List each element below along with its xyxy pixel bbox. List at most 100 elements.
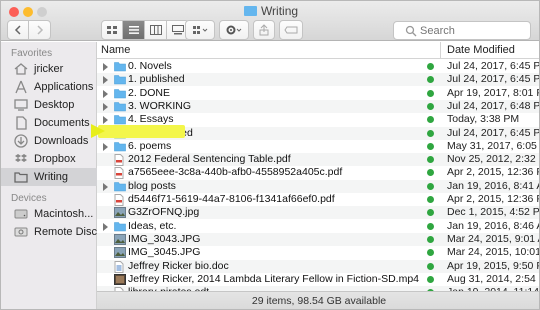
pdf-file-icon bbox=[114, 154, 126, 167]
file-date: Jul 24, 2017, 6:45 PM bbox=[447, 60, 540, 72]
disclosure-triangle-icon[interactable] bbox=[103, 182, 108, 191]
tag-icon bbox=[284, 26, 298, 34]
folder-icon bbox=[114, 181, 126, 192]
sidebar-item-label: Applications bbox=[34, 81, 94, 93]
sync-status-icon bbox=[427, 275, 434, 283]
disclosure-triangle-icon[interactable] bbox=[103, 89, 108, 98]
file-date: Jul 24, 2017, 6:45 PM bbox=[447, 73, 540, 86]
table-row[interactable]: G3ZrOFNQ.jpg Dec 1, 2015, 4:52 PM bbox=[97, 206, 539, 220]
file-name: 3. WORKING bbox=[128, 99, 192, 112]
column-divider[interactable] bbox=[440, 42, 441, 59]
folder-icon bbox=[114, 114, 126, 125]
table-row[interactable]: a7565eee-3c8a-440b-afb0-4558952a405c.pdf… bbox=[97, 166, 539, 180]
sync-status-icon bbox=[427, 102, 434, 110]
back-button[interactable] bbox=[7, 20, 29, 40]
sync-status-icon bbox=[427, 76, 434, 84]
disclosure-triangle-icon[interactable] bbox=[103, 142, 108, 151]
window-title: Writing bbox=[1, 4, 539, 18]
sidebar-item-macintosh-hd[interactable]: Macintosh... bbox=[1, 205, 97, 223]
column-view-button[interactable] bbox=[145, 20, 167, 40]
downloads-icon bbox=[13, 134, 29, 148]
column-header-date[interactable]: Date Modified bbox=[447, 44, 515, 56]
table-row[interactable]: IMG_3043.JPG Mar 24, 2015, 9:01 AM bbox=[97, 232, 539, 246]
file-name: a7565eee-3c8a-440b-afb0-4558952a405c.pdf bbox=[128, 166, 343, 179]
table-row[interactable]: 2012 Federal Sentencing Table.pdf Nov 25,… bbox=[97, 153, 539, 167]
hard-drive-icon bbox=[13, 207, 29, 221]
applications-icon bbox=[13, 80, 29, 94]
column-header-name[interactable]: Name bbox=[101, 44, 130, 56]
file-date: Apr 2, 2015, 12:36 PM bbox=[447, 166, 539, 179]
toolbar: Writing bbox=[1, 1, 539, 41]
column-header: Name Date Modified bbox=[97, 42, 539, 59]
tags-button[interactable] bbox=[279, 20, 303, 40]
list-view-button[interactable] bbox=[123, 20, 145, 40]
status-bar: 29 items, 98.54 GB available bbox=[97, 291, 539, 309]
file-date: Jul 24, 2017, 6:48 PM bbox=[447, 99, 540, 112]
sidebar-item-writing[interactable]: Writing bbox=[1, 168, 97, 186]
sidebar-item-applications[interactable]: Applications bbox=[1, 78, 97, 96]
table-row[interactable]: Jeffrey Ricker bio.doc Apr 19, 2015, 9:50… bbox=[97, 259, 539, 273]
sidebar-item-label: Documents bbox=[34, 117, 90, 129]
disclosure-triangle-icon[interactable] bbox=[103, 76, 108, 85]
image-file-icon bbox=[114, 233, 126, 245]
video-file-icon bbox=[114, 273, 126, 285]
file-date: Apr 19, 2015, 9:50 PM bbox=[447, 259, 539, 272]
sync-status-icon bbox=[427, 196, 434, 203]
pdf-file-icon bbox=[114, 167, 126, 180]
disc-icon bbox=[13, 225, 29, 239]
table-row[interactable]: blog posts Jan 19, 2016, 8:41 AM bbox=[97, 179, 539, 193]
list-icon bbox=[128, 26, 139, 34]
sync-status-icon bbox=[427, 262, 434, 270]
file-name: blog posts bbox=[128, 179, 176, 192]
disclosure-triangle-icon[interactable] bbox=[103, 222, 108, 231]
table-row[interactable]: Jeffrey Ricker, 2014 Lambda Literary Fel… bbox=[97, 273, 539, 286]
grid-icon bbox=[107, 26, 117, 34]
sidebar-item-downloads[interactable]: Downloads bbox=[1, 132, 97, 150]
file-date: Nov 25, 2012, 2:32 PM bbox=[447, 153, 539, 166]
table-row[interactable]: 0. Novels Jul 24, 2017, 6:45 PM bbox=[97, 60, 540, 73]
file-name: 0. Novels bbox=[128, 60, 172, 72]
icon-view-button[interactable] bbox=[101, 20, 123, 40]
sync-status-icon bbox=[427, 116, 434, 124]
sidebar-item-label: Downloads bbox=[34, 135, 89, 147]
sync-status-icon bbox=[427, 182, 434, 190]
file-date: Apr 2, 2015, 12:36 PM bbox=[447, 193, 539, 205]
sync-status-icon bbox=[427, 209, 434, 217]
disclosure-triangle-icon[interactable] bbox=[103, 63, 108, 71]
action-button[interactable] bbox=[219, 20, 249, 40]
table-row[interactable]: d5446f71-5619-44a7-8106-f1341af66ef0.pdf… bbox=[97, 193, 539, 206]
folder-icon bbox=[114, 221, 126, 232]
disclosure-triangle-icon[interactable] bbox=[103, 116, 108, 125]
favorites-header: Favorites bbox=[11, 48, 53, 59]
sidebar-item-dropbox[interactable]: Dropbox bbox=[1, 150, 97, 168]
file-name: G3ZrOFNQ.jpg bbox=[128, 206, 200, 219]
sidebar-item-desktop[interactable]: Desktop bbox=[1, 96, 97, 114]
sync-status-icon bbox=[427, 222, 434, 230]
sidebar-item-documents[interactable]: Documents bbox=[1, 114, 97, 132]
chevron-right-icon bbox=[36, 25, 43, 35]
file-date: Mar 24, 2015, 10:01 PM bbox=[447, 246, 540, 259]
folder-icon bbox=[114, 88, 126, 99]
search-icon bbox=[405, 25, 417, 37]
share-icon bbox=[259, 24, 269, 36]
table-row[interactable]: IMG_3045.JPG Mar 24, 2015, 10:01 PM bbox=[97, 246, 540, 259]
document-file-icon bbox=[114, 260, 126, 273]
sidebar-item-jricker[interactable]: jricker bbox=[1, 60, 97, 78]
table-row[interactable]: 3. WORKING Jul 24, 2017, 6:48 PM bbox=[97, 99, 540, 113]
file-name: 2012 Federal Sentencing Table.pdf bbox=[128, 153, 291, 166]
sidebar-item-remote-disc[interactable]: Remote Disc bbox=[1, 223, 97, 241]
share-button[interactable] bbox=[253, 20, 275, 40]
file-list: Name Date Modified 0. Novels Jul 24, 2017… bbox=[97, 42, 540, 291]
file-name: 1. published bbox=[128, 73, 185, 86]
gear-icon bbox=[226, 25, 242, 35]
devices-header: Devices bbox=[11, 193, 47, 204]
disclosure-triangle-icon[interactable] bbox=[103, 102, 108, 111]
table-row[interactable]: 1. published Jul 24, 2017, 6:45 PM bbox=[97, 73, 540, 87]
table-row[interactable]: 2. DONE Apr 19, 2017, 8:01 PM bbox=[97, 87, 539, 100]
forward-button[interactable] bbox=[29, 20, 51, 40]
table-row[interactable]: Ideas, etc. Jan 19, 2016, 8:46 AM bbox=[97, 220, 539, 233]
sidebar-item-label: Dropbox bbox=[34, 153, 76, 165]
group-by-button[interactable] bbox=[185, 20, 215, 40]
table-row[interactable]: 6. poems May 31, 2017, 6:05 PM bbox=[97, 140, 539, 153]
folder-icon bbox=[13, 170, 29, 184]
